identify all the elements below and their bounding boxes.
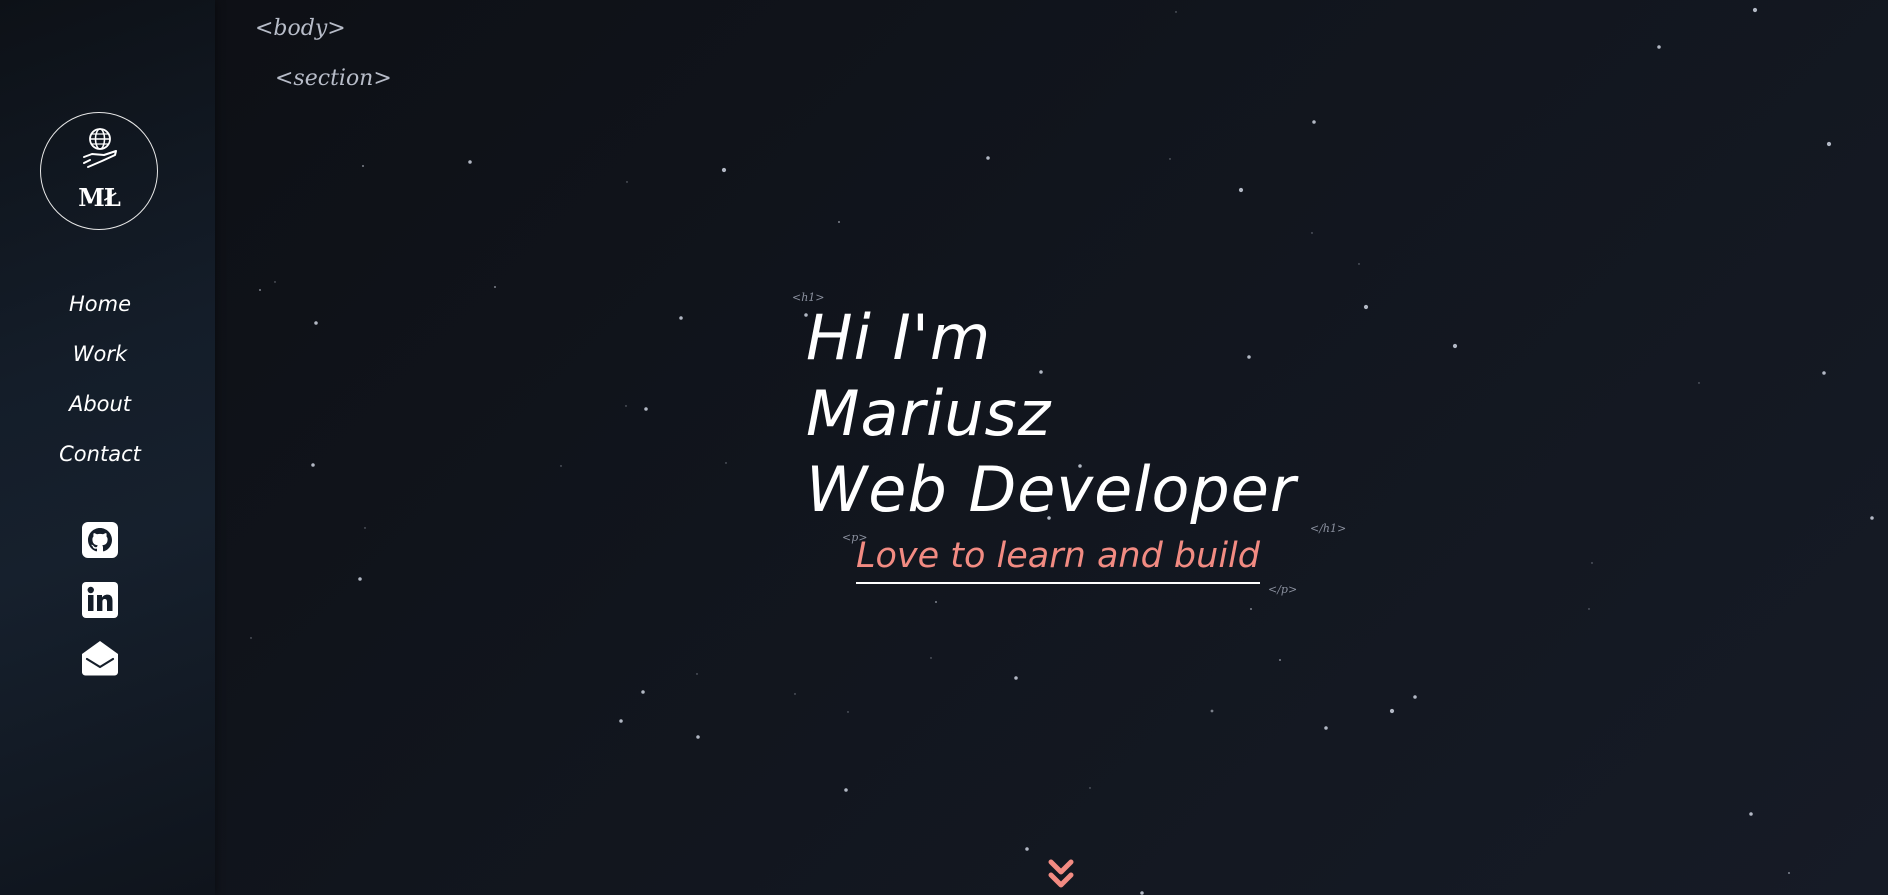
- star: [364, 527, 366, 529]
- star: [1752, 7, 1758, 13]
- star: [1870, 516, 1874, 520]
- star: [1247, 355, 1251, 359]
- star: [721, 167, 727, 173]
- hero-line-role: Web Developer: [806, 453, 1297, 526]
- star: [1210, 709, 1214, 713]
- star: [314, 321, 318, 325]
- star: [1169, 158, 1171, 160]
- star: [696, 735, 700, 739]
- nav-item-contact[interactable]: Contact: [0, 436, 200, 486]
- star: [1311, 232, 1313, 234]
- star: [493, 285, 497, 289]
- github-icon[interactable]: [80, 520, 120, 560]
- sidebar: MŁ Home Work About Contact: [0, 0, 215, 895]
- star: [1698, 382, 1700, 384]
- star: [619, 719, 623, 723]
- star: [361, 164, 365, 168]
- chevron-double-down-icon[interactable]: [1047, 858, 1075, 894]
- linkedin-icon[interactable]: [80, 580, 120, 620]
- star: [1389, 708, 1395, 714]
- star: [1014, 676, 1018, 680]
- star: [258, 288, 262, 292]
- star: [794, 693, 796, 695]
- p-close-tag: </p>: [1268, 583, 1298, 596]
- main-nav: Home Work About Contact: [0, 286, 200, 486]
- star: [725, 462, 727, 464]
- star: [1363, 304, 1369, 310]
- star: [1312, 120, 1316, 124]
- star: [1452, 343, 1458, 349]
- star: [1358, 263, 1360, 265]
- star: [358, 577, 362, 581]
- star: [1826, 141, 1832, 147]
- hero-line-name: Mariusz: [806, 377, 1052, 450]
- star: [626, 181, 628, 183]
- star: [1175, 11, 1177, 13]
- star: [934, 600, 938, 604]
- star: [560, 465, 562, 467]
- star: [1822, 371, 1826, 375]
- star: [1278, 658, 1282, 662]
- nav-item-home[interactable]: Home: [0, 286, 200, 336]
- star: [1787, 871, 1791, 875]
- star: [1591, 562, 1593, 564]
- star: [1089, 787, 1091, 789]
- logo[interactable]: MŁ: [40, 112, 158, 230]
- star: [1238, 187, 1244, 193]
- star: [1324, 726, 1328, 730]
- star: [1657, 45, 1661, 49]
- star: [1039, 370, 1043, 374]
- star: [1140, 891, 1144, 895]
- nav-item-work[interactable]: Work: [0, 336, 200, 386]
- nav-item-about[interactable]: About: [0, 386, 200, 436]
- logo-text: MŁ: [78, 183, 121, 212]
- section-open-tag: <section>: [275, 66, 392, 91]
- star: [986, 156, 990, 160]
- hero-subtitle: Love to learn and build: [856, 536, 1260, 584]
- star: [1413, 695, 1417, 699]
- star: [1588, 608, 1590, 610]
- body-open-tag: <body>: [255, 16, 346, 41]
- star: [837, 220, 841, 224]
- star: [847, 711, 849, 713]
- star: [311, 463, 315, 467]
- email-open-icon[interactable]: [80, 638, 120, 678]
- star: [1249, 607, 1253, 611]
- star: [696, 673, 698, 675]
- star: [250, 637, 252, 639]
- hero-line-greeting: Hi I'm: [806, 301, 992, 374]
- star: [641, 690, 645, 694]
- star: [468, 160, 472, 164]
- star: [1025, 847, 1029, 851]
- star: [274, 281, 276, 283]
- star: [679, 316, 683, 320]
- page: MŁ Home Work About Contact <body> <secti…: [0, 0, 1888, 895]
- star: [625, 405, 627, 407]
- star: [844, 788, 848, 792]
- h1-close-tag: </h1>: [1310, 522, 1347, 535]
- star: [1749, 812, 1753, 816]
- star: [644, 407, 648, 411]
- star: [930, 657, 932, 659]
- globe-hand-icon: [83, 128, 117, 168]
